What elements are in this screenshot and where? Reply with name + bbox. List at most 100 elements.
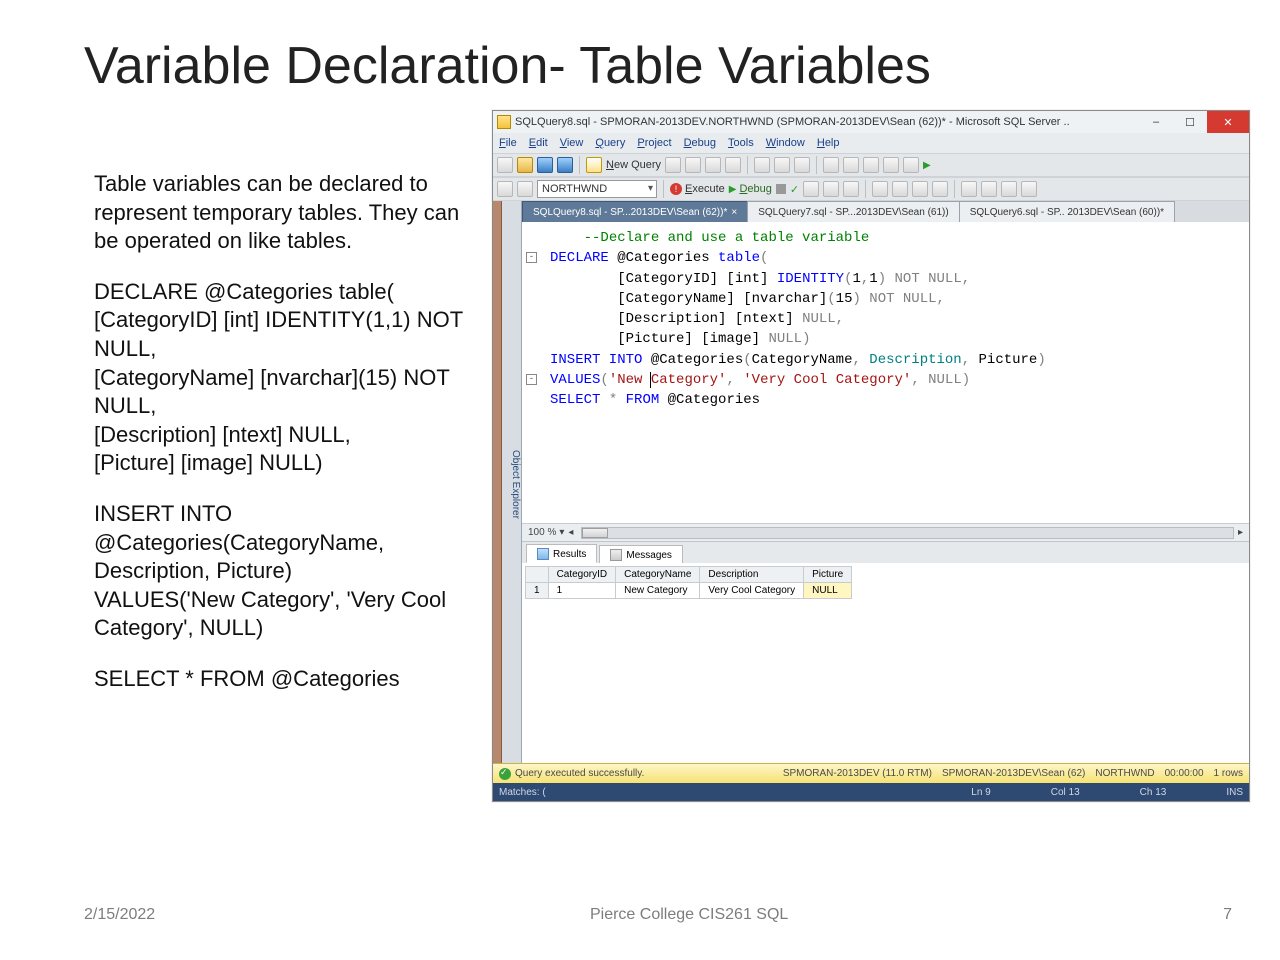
- toolbar-icon[interactable]: [883, 157, 899, 173]
- debug-button[interactable]: Debug: [729, 183, 772, 195]
- close-button[interactable]: ✕: [1207, 111, 1249, 133]
- new-project-icon[interactable]: [497, 157, 513, 173]
- code-line[interactable]: INSERT INTO @Categories(CategoryName, De…: [550, 350, 1239, 370]
- zoom-level[interactable]: 100 %: [528, 527, 556, 538]
- toolbar-icon[interactable]: [872, 181, 888, 197]
- tab-sqlquery6[interactable]: SQLQuery6.sql - SP.. 2013DEV\Sean (60))*: [959, 201, 1175, 222]
- code-line[interactable]: DECLARE @Categories table(: [550, 248, 1239, 268]
- minimize-button[interactable]: –: [1139, 111, 1173, 133]
- chevron-down-icon[interactable]: ▾: [559, 527, 564, 538]
- outdent-icon[interactable]: [981, 181, 997, 197]
- menu-window[interactable]: Window: [766, 137, 805, 149]
- indent-icon[interactable]: [961, 181, 977, 197]
- database-combo[interactable]: NORTHWND: [537, 180, 657, 198]
- chevron-right-icon[interactable]: ▸: [1238, 527, 1243, 538]
- menu-file[interactable]: File: [499, 137, 517, 149]
- tab-messages[interactable]: Messages: [599, 545, 683, 563]
- col-header[interactable]: CategoryID: [548, 567, 616, 583]
- copy-icon[interactable]: [774, 157, 790, 173]
- tab-sqlquery7[interactable]: SQLQuery7.sql - SP...2013DEV\Sean (61)): [747, 201, 959, 222]
- menu-help[interactable]: Help: [817, 137, 840, 149]
- uncomment-icon[interactable]: [1021, 181, 1037, 197]
- paste-icon[interactable]: [794, 157, 810, 173]
- code-token: 'New: [609, 372, 651, 388]
- sql-editor[interactable]: -- --Declare and use a table variableDEC…: [522, 222, 1249, 523]
- code-token: 1: [869, 271, 877, 287]
- toolbar-icon[interactable]: [517, 181, 533, 197]
- redo-icon[interactable]: [843, 157, 859, 173]
- cell[interactable]: Very Cool Category: [700, 583, 804, 599]
- toolbar-icon[interactable]: [705, 157, 721, 173]
- code-token: ,: [937, 291, 945, 307]
- col-header[interactable]: Description: [700, 567, 804, 583]
- start-debug-button[interactable]: [923, 160, 931, 171]
- menu-view[interactable]: View: [560, 137, 584, 149]
- code-token: ,: [852, 352, 860, 368]
- separator: [579, 156, 580, 174]
- save-icon[interactable]: [537, 157, 553, 173]
- toolbar-icon[interactable]: [912, 181, 928, 197]
- toolbar-icon[interactable]: [823, 181, 839, 197]
- code-block-3: SELECT * FROM @Categories: [94, 665, 464, 694]
- stop-icon[interactable]: [776, 184, 786, 194]
- results-table: CategoryID CategoryName Description Pict…: [525, 566, 852, 599]
- tab-results[interactable]: Results: [526, 544, 597, 563]
- table-row[interactable]: 1 1 New Category Very Cool Category NULL: [526, 583, 852, 599]
- outline-toggle-icon[interactable]: -: [526, 252, 537, 263]
- toolbar-icon[interactable]: [863, 157, 879, 173]
- object-explorer-tab[interactable]: Object Explorer: [502, 201, 522, 763]
- code-line[interactable]: [Description] [ntext] NULL,: [550, 309, 1239, 329]
- save-all-icon[interactable]: [557, 157, 573, 173]
- corner-cell: [526, 567, 549, 583]
- open-icon[interactable]: [517, 157, 533, 173]
- toolbar-icon[interactable]: [725, 157, 741, 173]
- code-token: SELECT: [550, 392, 600, 408]
- outline-toggle-icon[interactable]: -: [526, 374, 537, 385]
- zoom-bar: 100 % ▾ ◂ ▸: [522, 523, 1249, 541]
- toolbar-icon[interactable]: [497, 181, 513, 197]
- h-scrollbar[interactable]: [581, 527, 1234, 539]
- menu-project[interactable]: Project: [637, 137, 671, 149]
- menu-edit[interactable]: Edit: [529, 137, 548, 149]
- code-line[interactable]: --Declare and use a table variable: [550, 228, 1239, 248]
- object-explorer-handle[interactable]: [493, 201, 502, 763]
- code-line[interactable]: [CategoryName] [nvarchar](15) NOT NULL,: [550, 289, 1239, 309]
- code-token: 15: [836, 291, 853, 307]
- toolbar-icon[interactable]: [892, 181, 908, 197]
- query-status-bar: Query executed successfully. SPMORAN-201…: [493, 763, 1249, 783]
- parse-icon[interactable]: ✓: [790, 183, 799, 196]
- code-line[interactable]: SELECT * FROM @Categories: [550, 390, 1239, 410]
- results-grid[interactable]: CategoryID CategoryName Description Pict…: [522, 563, 1249, 763]
- toolbar-icon[interactable]: [665, 157, 681, 173]
- toolbar-icon[interactable]: [685, 157, 701, 173]
- toolbar-icon[interactable]: [843, 181, 859, 197]
- menu-tools[interactable]: Tools: [728, 137, 754, 149]
- chevron-left-icon[interactable]: ◂: [568, 527, 573, 538]
- tab-sqlquery8[interactable]: SQLQuery8.sql - SP...2013DEV\Sean (62))*…: [522, 201, 748, 222]
- footer-center: Pierce College CIS261 SQL: [590, 906, 788, 924]
- scroll-thumb[interactable]: [582, 528, 608, 538]
- menu-debug[interactable]: Debug: [684, 137, 716, 149]
- new-query-button[interactable]: NNew Queryew Query: [586, 157, 661, 173]
- col-header[interactable]: Picture: [804, 567, 852, 583]
- code-line[interactable]: [Picture] [image] NULL): [550, 329, 1239, 349]
- toolbar-icon[interactable]: [932, 181, 948, 197]
- window-titlebar[interactable]: SQLQuery8.sql - SPMORAN-2013DEV.NORTHWND…: [493, 111, 1249, 133]
- maximize-button[interactable]: ☐: [1173, 111, 1207, 133]
- menu-query[interactable]: Query: [595, 137, 625, 149]
- code-line[interactable]: VALUES('New Category', 'Very Cool Catego…: [550, 370, 1239, 390]
- cell[interactable]: New Category: [616, 583, 700, 599]
- toolbar-icon[interactable]: [803, 181, 819, 197]
- code-block-1: DECLARE @Categories table( [CategoryID] …: [94, 278, 464, 478]
- cut-icon[interactable]: [754, 157, 770, 173]
- close-icon[interactable]: ×: [731, 207, 737, 218]
- code-token: DECLARE: [550, 250, 609, 266]
- execute-button[interactable]: ! Execute: [670, 183, 725, 195]
- comment-icon[interactable]: [1001, 181, 1017, 197]
- code-line[interactable]: [CategoryID] [int] IDENTITY(1,1) NOT NUL…: [550, 269, 1239, 289]
- col-header[interactable]: CategoryName: [616, 567, 700, 583]
- cell-null[interactable]: NULL: [804, 583, 852, 599]
- undo-icon[interactable]: [823, 157, 839, 173]
- cell[interactable]: 1: [548, 583, 616, 599]
- toolbar-icon[interactable]: [903, 157, 919, 173]
